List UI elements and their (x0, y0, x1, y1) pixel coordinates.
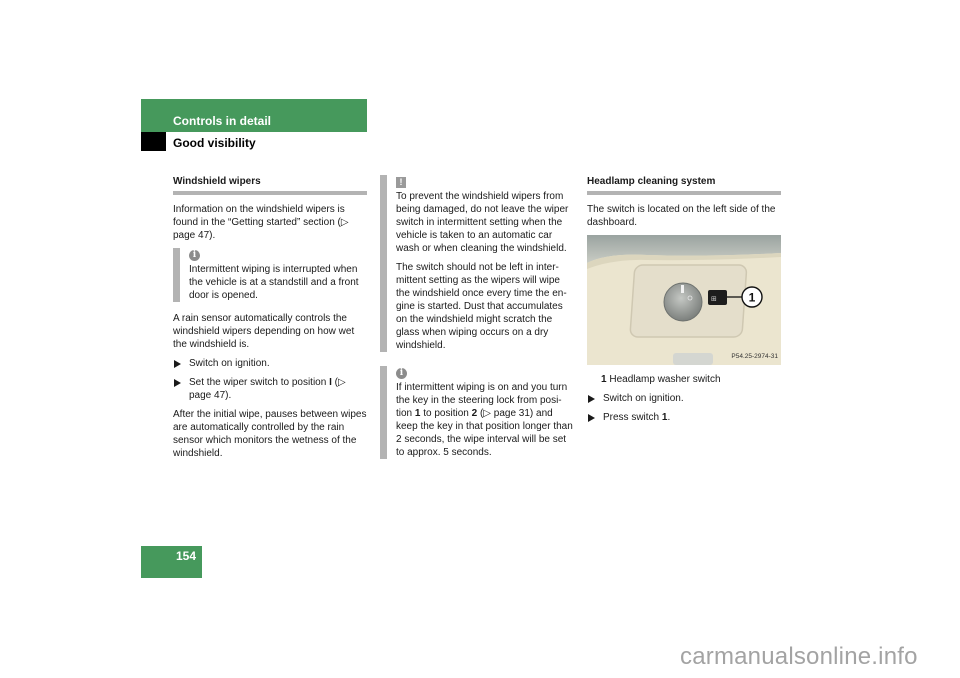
intro-text: The switch is located on the left side o… (587, 204, 776, 228)
chapter-title: Controls in detail (173, 114, 272, 128)
note-bar (380, 366, 387, 459)
step-item: Press switch 1. (587, 411, 781, 424)
dashboard-illustration: ⊞ 1 (587, 235, 781, 365)
intro-text: Information on the windshield wipers is … (173, 204, 349, 241)
figure-code: P54.25-2974-31 (731, 353, 778, 360)
page-number-box: 154 (141, 546, 202, 578)
note-text: Intermittent wiping is interrupted when … (189, 264, 359, 301)
column-windshield-wipers: Windshield wipers Information on the win… (173, 175, 367, 466)
watermark: carmanualsonline.info (680, 643, 918, 670)
info-icon: i (396, 368, 407, 379)
info-icon: i (189, 250, 200, 261)
svg-text:⊞: ⊞ (711, 295, 717, 303)
column-notes: ! To prevent the windshield wipers from … (380, 175, 576, 469)
after-wipe-text: After the initial wipe, pauses between w… (173, 409, 367, 459)
bullet-arrow-icon (588, 414, 595, 422)
heading-headlamp-cleaning: Headlamp cleaning system (587, 175, 781, 195)
callout-number: 1 (749, 291, 756, 305)
heading-windshield-wipers: Windshield wipers (173, 175, 367, 195)
section-title: Good visibility (173, 136, 256, 150)
rain-sensor-text: A rain sensor automatically controls the… (173, 313, 355, 350)
note-bar (173, 248, 180, 302)
dashboard-switch-photo: ⊞ 1 P54.25-2974-31 (587, 235, 781, 365)
warning-text: The switch should not be left in inter-m… (396, 262, 567, 351)
note-text: If intermittent wiping is on and you tur… (396, 382, 573, 458)
step-item: Switch on ignition. (587, 392, 781, 405)
bullet-arrow-icon (588, 395, 595, 403)
info-note: i If intermittent wiping is on and you t… (380, 366, 576, 459)
column-headlamp-cleaning: Headlamp cleaning system The switch is l… (587, 175, 781, 430)
bullet-arrow-icon (174, 360, 181, 368)
info-note: i Intermittent wiping is interrupted whe… (173, 248, 367, 302)
figure-legend: 1 Headlamp washer switch (601, 374, 721, 385)
step-item: Set the wiper switch to position I (▷ pa… (173, 376, 367, 402)
section-marker (141, 132, 166, 151)
bullet-arrow-icon (174, 379, 181, 387)
warning-note: ! To prevent the windshield wipers from … (380, 175, 576, 352)
step-item: Switch on ignition. (173, 357, 367, 370)
warning-icon: ! (396, 177, 406, 188)
page-number: 154 (175, 549, 196, 563)
warning-text: To prevent the windshield wipers from be… (396, 191, 569, 254)
note-bar (380, 175, 387, 352)
